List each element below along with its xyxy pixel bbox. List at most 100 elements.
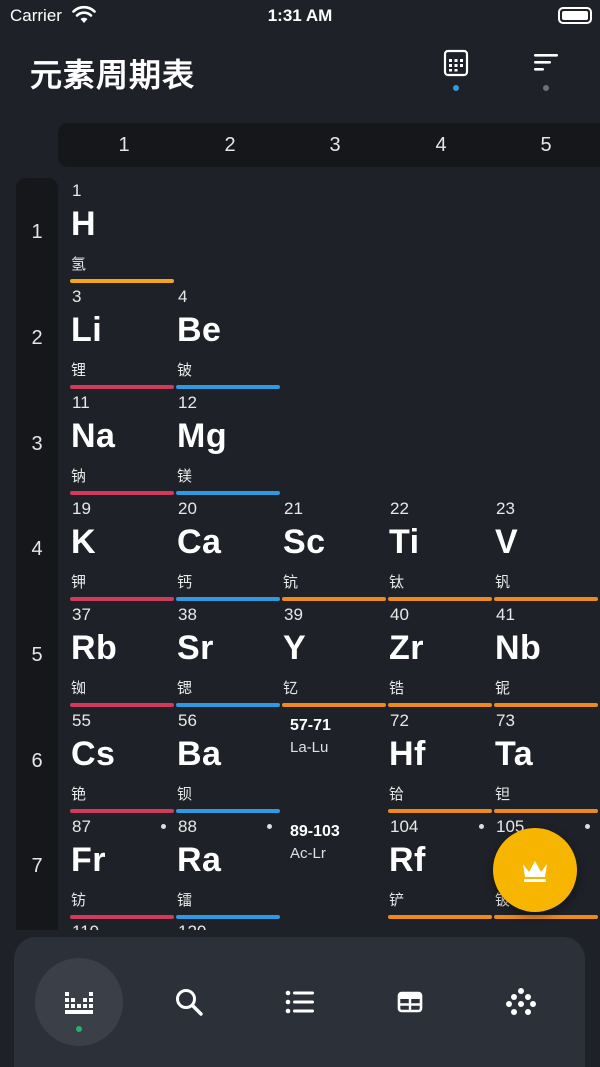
group-number: 1 bbox=[118, 134, 130, 156]
element-symbol: Na bbox=[71, 417, 116, 455]
element-name: 钙 bbox=[177, 574, 193, 591]
atomic-number: 39 bbox=[284, 605, 303, 624]
element-symbol: Y bbox=[283, 629, 307, 667]
radioactive-dot bbox=[161, 824, 166, 829]
lanthanide-series-cell[interactable]: 57-71 La-Lu bbox=[282, 705, 386, 809]
element-name: 钛 bbox=[389, 574, 405, 591]
element-symbol: Ba bbox=[177, 735, 222, 773]
category-bar bbox=[70, 491, 174, 495]
category-bar bbox=[70, 385, 174, 389]
active-tab-indicator bbox=[76, 1026, 82, 1032]
element-cell-hf[interactable]: 72 Hf 铪 bbox=[388, 711, 492, 815]
molecule-icon bbox=[506, 988, 536, 1015]
element-cell-fr[interactable]: 87 Fr 钫 bbox=[70, 817, 174, 921]
category-bar bbox=[282, 597, 386, 601]
element-cell-ti[interactable]: 22 Ti 钛 bbox=[388, 499, 492, 603]
atomic-number: 12 bbox=[178, 393, 197, 412]
element-name: 铍 bbox=[177, 362, 193, 379]
element-cell-y[interactable]: 39 Y 钇 bbox=[282, 605, 386, 709]
category-bar bbox=[388, 703, 492, 707]
tab-molecules[interactable] bbox=[477, 958, 565, 1046]
premium-button[interactable] bbox=[493, 828, 577, 912]
element-cell-v[interactable]: 23 V 钒 bbox=[494, 499, 598, 603]
element-symbol: Zr bbox=[389, 629, 424, 667]
element-cell-ta[interactable]: 73 Ta 钽 bbox=[494, 711, 598, 815]
element-symbol: Ti bbox=[389, 523, 420, 561]
element-cell-cs[interactable]: 55 Cs 铯 bbox=[70, 711, 174, 815]
element-cell-sc[interactable]: 21 Sc 钪 bbox=[282, 499, 386, 603]
element-name: 钪 bbox=[283, 574, 299, 591]
group-number: 3 bbox=[329, 134, 341, 156]
atomic-number: 41 bbox=[496, 605, 515, 624]
period-header-bar: 1 2 3 4 5 6 7 bbox=[16, 178, 58, 958]
element-cell-rf[interactable]: 104 Rf 铲 bbox=[388, 817, 492, 921]
category-bar bbox=[70, 915, 174, 919]
category-bar bbox=[388, 915, 492, 919]
tab-search[interactable] bbox=[145, 958, 233, 1046]
element-cell-na[interactable]: 11 Na 钠 bbox=[70, 393, 174, 497]
element-cell-ba[interactable]: 56 Ba 钡 bbox=[176, 711, 280, 815]
element-cell-k[interactable]: 19 K 钾 bbox=[70, 499, 174, 603]
element-cell-ca[interactable]: 20 Ca 钙 bbox=[176, 499, 280, 603]
tab-table[interactable] bbox=[366, 958, 454, 1046]
actinide-series-cell[interactable]: 89-103 Ac-Lr bbox=[282, 811, 386, 915]
element-symbol: K bbox=[71, 523, 97, 561]
category-bar bbox=[176, 491, 280, 495]
element-name: 钒 bbox=[495, 574, 511, 591]
element-symbol: Hf bbox=[389, 735, 426, 773]
element-symbol: Mg bbox=[177, 417, 228, 455]
element-cell-zr[interactable]: 40 Zr 锆 bbox=[388, 605, 492, 709]
category-bar bbox=[176, 915, 280, 919]
element-cell-ra[interactable]: 88 Ra 镭 bbox=[176, 817, 280, 921]
element-cell-li[interactable]: 3 Li 锂 bbox=[70, 287, 174, 391]
element-symbol: Li bbox=[71, 311, 103, 349]
search-icon bbox=[176, 989, 203, 1016]
element-cell-be[interactable]: 4 Be 铍 bbox=[176, 287, 280, 391]
element-name: 锶 bbox=[177, 680, 193, 697]
atomic-number: 3 bbox=[72, 287, 82, 306]
tab-periodic-table[interactable] bbox=[35, 958, 123, 1046]
atomic-number: 87 bbox=[72, 817, 91, 836]
radioactive-dot bbox=[267, 824, 272, 829]
element-symbol: Ca bbox=[177, 523, 222, 561]
table-icon bbox=[397, 991, 423, 1013]
element-cell-h[interactable]: 1 H 氢 bbox=[70, 181, 174, 285]
element-cell-rb[interactable]: 37 Rb 铷 bbox=[70, 605, 174, 709]
atomic-number: 88 bbox=[178, 817, 197, 836]
category-bar bbox=[70, 279, 174, 283]
atomic-number: 11 bbox=[72, 393, 90, 412]
period-number: 4 bbox=[31, 538, 43, 560]
atomic-number: 4 bbox=[178, 287, 188, 306]
grid-view-button[interactable] bbox=[438, 46, 474, 82]
element-name: 铲 bbox=[389, 892, 405, 909]
atomic-number: 1 bbox=[72, 181, 82, 200]
period-number: 1 bbox=[31, 221, 43, 243]
group-number: 4 bbox=[435, 134, 447, 156]
status-bar: Carrier 1:31 AM bbox=[0, 0, 600, 32]
element-symbol: Ra bbox=[177, 841, 222, 879]
group-number: 2 bbox=[224, 134, 236, 156]
category-bar bbox=[388, 597, 492, 601]
element-name: 钇 bbox=[283, 680, 299, 697]
element-cell-sr[interactable]: 38 Sr 锶 bbox=[176, 605, 280, 709]
category-bar bbox=[494, 915, 598, 919]
category-bar bbox=[176, 385, 280, 389]
element-cell-nb[interactable]: 41 Nb 铌 bbox=[494, 605, 598, 709]
sort-button[interactable] bbox=[528, 46, 564, 82]
sort-indicator bbox=[543, 85, 549, 91]
element-symbol: Fr bbox=[71, 841, 106, 879]
periodic-table-icon bbox=[65, 992, 93, 1014]
element-symbol: Cs bbox=[71, 735, 116, 773]
atomic-number: 19 bbox=[72, 499, 91, 518]
atomic-number: 38 bbox=[178, 605, 197, 624]
category-bar bbox=[176, 809, 280, 813]
element-symbol: Ta bbox=[495, 735, 534, 773]
category-bar bbox=[176, 597, 280, 601]
element-name: 锂 bbox=[71, 362, 87, 379]
series-range: 89-103 bbox=[290, 823, 340, 840]
element-cell-mg[interactable]: 12 Mg 镁 bbox=[176, 393, 280, 497]
atomic-number: 23 bbox=[496, 499, 515, 518]
tab-list[interactable] bbox=[256, 958, 344, 1046]
element-name: 钫 bbox=[71, 892, 87, 909]
status-time: 1:31 AM bbox=[267, 6, 333, 25]
